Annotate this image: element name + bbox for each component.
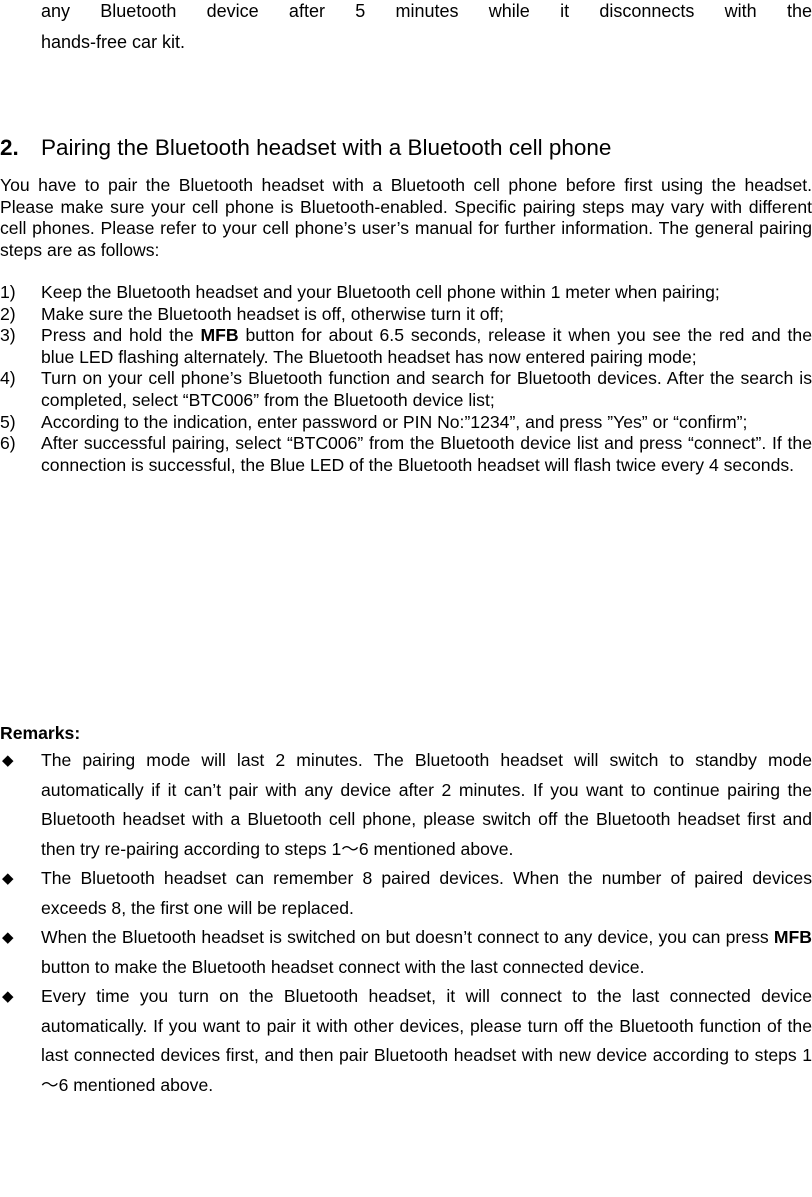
- section-heading: 2. Pairing the Bluetooth headset with a B…: [0, 133, 812, 163]
- remark-item: ◆ The Bluetooth headset can remember 8 pa…: [0, 864, 812, 923]
- step-item: 2) Make sure the Bluetooth headset is off…: [0, 304, 812, 326]
- remark-text: The pairing mode will last 2 minutes. Th…: [41, 750, 812, 859]
- step-text: Keep the Bluetooth headset and your Blue…: [41, 282, 720, 302]
- section-number: 2.: [0, 135, 19, 160]
- mfb-term: MFB: [200, 325, 239, 346]
- diamond-bullet-icon: ◆: [2, 870, 14, 887]
- remark-item: ◆ The pairing mode will last 2 minutes. T…: [0, 746, 812, 864]
- step-item: 1) Keep the Bluetooth headset and your Bl…: [0, 282, 812, 304]
- pairing-steps-list: 1) Keep the Bluetooth headset and your Bl…: [0, 282, 812, 476]
- step-number: 5): [0, 411, 16, 432]
- step-text: After successful pairing, select “BTC006…: [41, 433, 812, 475]
- continuation-line-1: any Bluetooth device after 5 minutes whi…: [41, 1, 812, 21]
- remark-text: The Bluetooth headset can remember 8 pai…: [41, 868, 812, 918]
- remarks-list: ◆ The pairing mode will last 2 minutes. T…: [0, 746, 812, 1100]
- step-number: 6): [0, 433, 16, 454]
- step-item: 3) Press and hold the MFB button for abou…: [0, 325, 812, 368]
- remark-text: When the Bluetooth headset is switched o…: [41, 927, 774, 947]
- remark-text-cont: button to make the Bluetooth headset con…: [41, 956, 645, 977]
- step-text: Turn on your cell phone’s Bluetooth func…: [41, 368, 812, 410]
- section-title: Pairing the Bluetooth headset with a Blu…: [41, 135, 612, 160]
- step-number: 2): [0, 303, 16, 324]
- step-number: 3): [0, 325, 16, 346]
- continuation-paragraph: any Bluetooth device after 5 minutes whi…: [41, 0, 812, 58]
- step-item: 5) According to the indication, enter pas…: [0, 412, 812, 434]
- step-text: According to the indication, enter passw…: [41, 411, 748, 432]
- step-number: 4): [0, 368, 16, 389]
- mfb-term: MFB: [773, 927, 812, 947]
- remark-text: Every time you turn on the Bluetooth hea…: [41, 986, 812, 1095]
- step-text: Make sure the Bluetooth headset is off, …: [41, 303, 504, 324]
- step-number: 1): [0, 282, 16, 302]
- step-item: 4) Turn on your cell phone’s Bluetooth fu…: [0, 368, 812, 411]
- remarks-heading: Remarks:: [0, 723, 81, 743]
- remark-item: ◆ When the Bluetooth headset is switched …: [0, 923, 812, 982]
- continuation-line-2: hands-free car kit.: [41, 32, 186, 52]
- section-intro: You have to pair the Bluetooth headset w…: [0, 175, 812, 260]
- step-item: 6) After successful pairing, select “BTC0…: [0, 433, 812, 476]
- step-text: Press and hold the: [41, 325, 201, 346]
- diamond-bullet-icon: ◆: [2, 752, 14, 769]
- diamond-bullet-icon: ◆: [2, 988, 14, 1005]
- remark-item: ◆ Every time you turn on the Bluetooth he…: [0, 982, 812, 1100]
- diamond-bullet-icon: ◆: [2, 929, 14, 946]
